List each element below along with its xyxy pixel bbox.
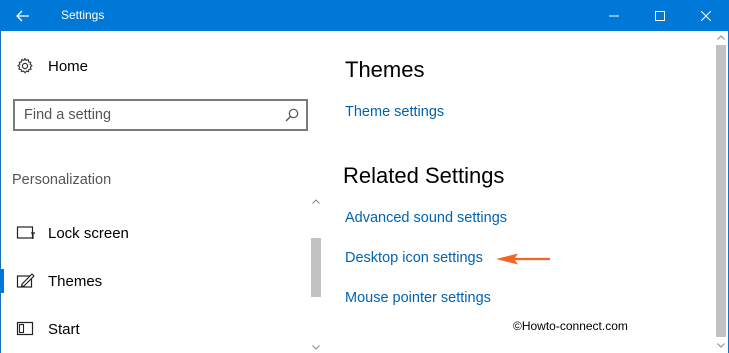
close-icon (701, 10, 711, 21)
search-box[interactable] (13, 99, 308, 131)
back-arrow-icon (16, 10, 29, 21)
scroll-up-icon[interactable] (310, 195, 322, 207)
back-button[interactable] (0, 0, 46, 31)
scroll-down-icon[interactable] (715, 339, 727, 351)
lock-screen-icon (16, 226, 35, 239)
page-title: Themes (345, 57, 425, 82)
theme-settings-link[interactable]: Theme settings (345, 104, 444, 120)
mouse-pointer-settings-link[interactable]: Mouse pointer settings (345, 290, 491, 306)
window-border-left (0, 31, 1, 353)
home-label: Home (48, 57, 89, 75)
related-settings-heading: Related Settings (343, 163, 505, 188)
scroll-up-icon[interactable] (715, 31, 727, 43)
annotation-arrow-icon (496, 253, 550, 265)
scroll-thumb[interactable] (311, 238, 321, 297)
minimize-icon (609, 15, 619, 16)
minimize-button[interactable] (591, 0, 637, 31)
home-nav-item[interactable]: Home (16, 57, 88, 75)
watermark: ©Howto-connect.com (513, 319, 628, 333)
sidebar-scrollbar[interactable] (310, 195, 322, 353)
close-button[interactable] (683, 0, 729, 31)
sidebar-item-start[interactable]: Start (0, 311, 308, 347)
search-input[interactable] (24, 106, 274, 124)
desktop-icon-settings-link[interactable]: Desktop icon settings (345, 250, 483, 266)
maximize-icon (655, 10, 665, 21)
scroll-down-icon[interactable] (310, 341, 322, 353)
sidebar-item-themes[interactable]: Themes (0, 263, 308, 299)
window-title: Settings (61, 8, 105, 22)
start-icon (16, 321, 34, 336)
selection-indicator (0, 269, 4, 293)
advanced-sound-settings-link[interactable]: Advanced sound settings (345, 210, 507, 226)
scroll-thumb[interactable] (716, 45, 726, 337)
sidebar-item-lock-screen[interactable]: Lock screen (0, 215, 308, 251)
gear-icon (17, 57, 33, 74)
maximize-button[interactable] (637, 0, 683, 31)
sidebar-item-label: Start (48, 320, 80, 338)
search-icon[interactable] (284, 107, 300, 123)
title-bar: Settings (0, 0, 729, 31)
sidebar-item-label: Themes (48, 272, 103, 290)
main-scrollbar[interactable] (715, 31, 727, 353)
sidebar-item-label: Lock screen (48, 224, 129, 242)
themes-icon (16, 273, 35, 288)
section-label-personalization: Personalization (12, 172, 112, 188)
